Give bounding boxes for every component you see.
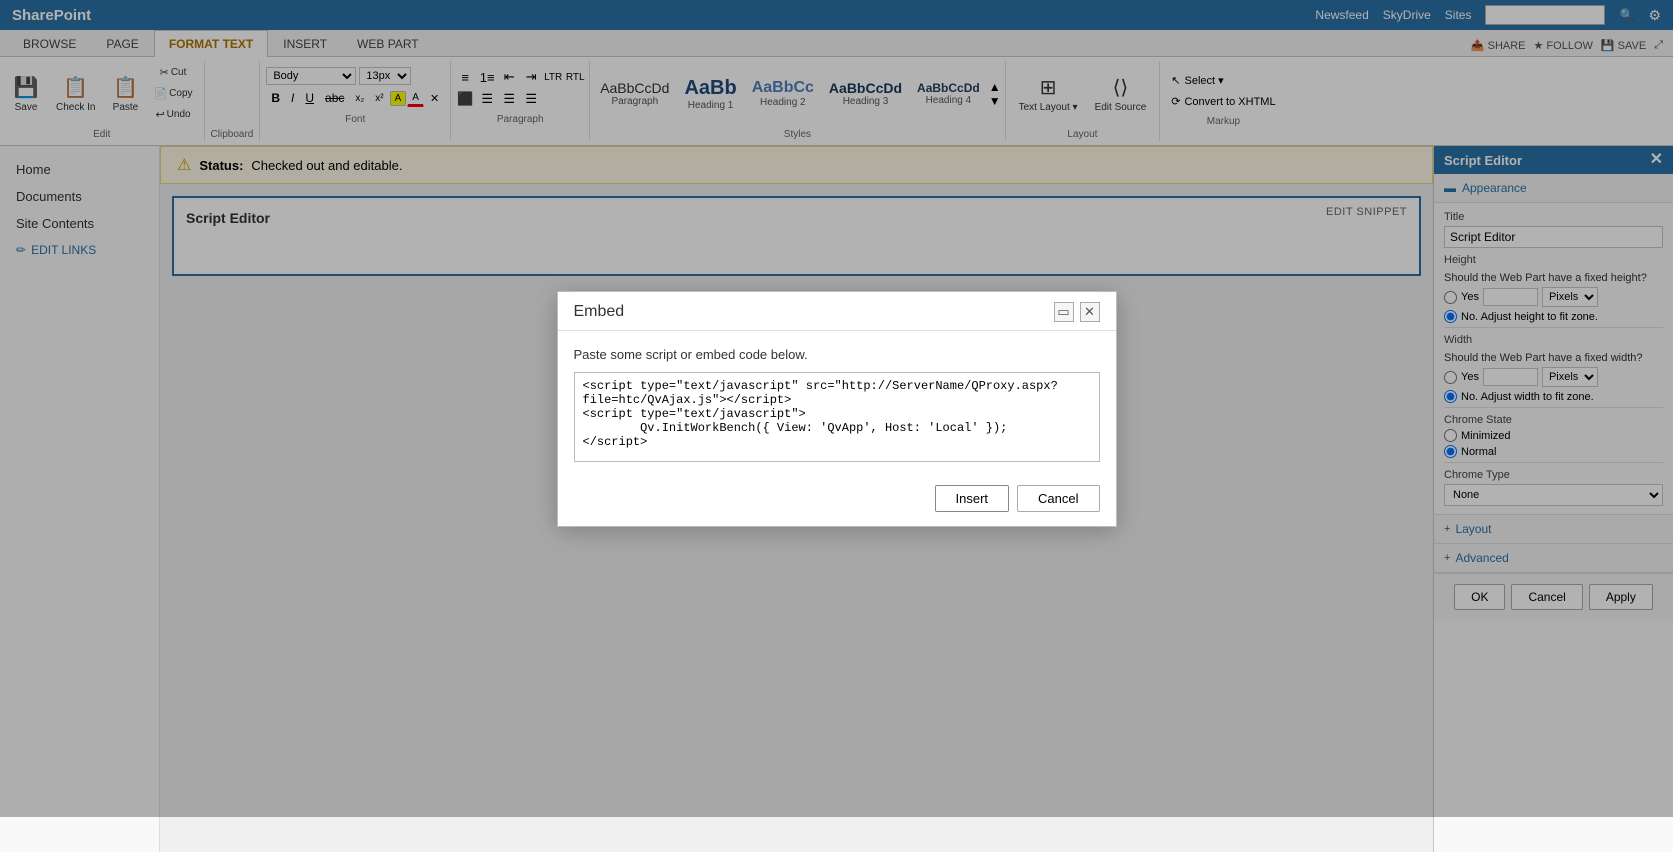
insert-btn[interactable]: Insert (935, 485, 1010, 512)
modal-footer: Insert Cancel (558, 477, 1116, 526)
modal-controls: ▭ ✕ (1054, 302, 1100, 322)
modal-header: Embed ▭ ✕ (558, 292, 1116, 331)
modal-close-btn[interactable]: ✕ (1080, 302, 1100, 322)
modal-body: Paste some script or embed code below. <… (558, 331, 1116, 477)
modal-overlay: Embed ▭ ✕ Paste some script or embed cod… (0, 0, 1673, 817)
embed-code-textarea[interactable]: <script type="text/javascript" src="http… (574, 372, 1100, 462)
modal-title: Embed (574, 303, 625, 321)
modal-minimize-btn[interactable]: ▭ (1054, 302, 1074, 322)
modal-cancel-btn[interactable]: Cancel (1017, 485, 1099, 512)
embed-modal: Embed ▭ ✕ Paste some script or embed cod… (557, 291, 1117, 527)
modal-description: Paste some script or embed code below. (574, 347, 1100, 362)
